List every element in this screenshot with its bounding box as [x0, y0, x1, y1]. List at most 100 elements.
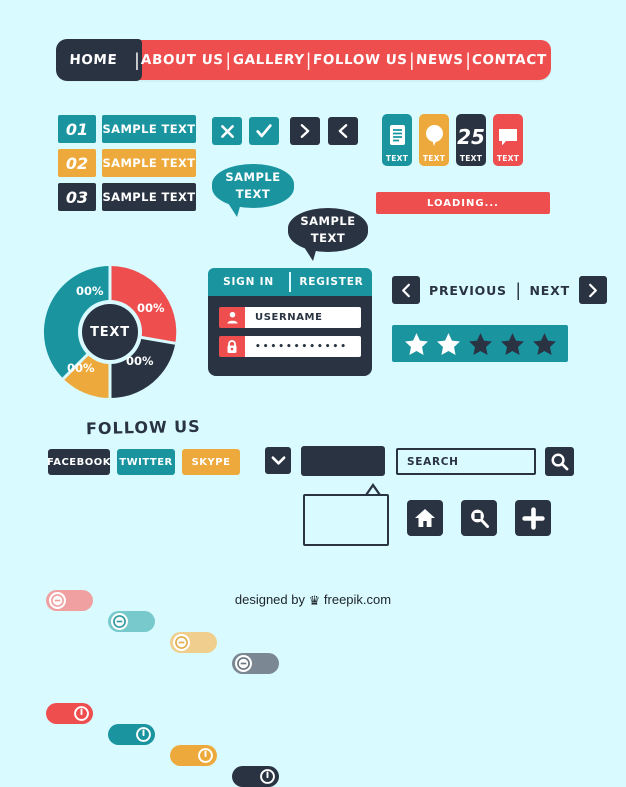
add-button[interactable] [515, 500, 551, 536]
power-icon [74, 706, 89, 721]
pagination-separator: | [515, 279, 521, 300]
search-submit-button[interactable] [545, 447, 574, 476]
speech-bubble-teal[interactable]: SAMPLE TEXT [212, 164, 294, 217]
social-button-skype[interactable]: SKYPE [182, 449, 240, 475]
nav-item-about-us[interactable]: ABOUT US [141, 52, 224, 68]
pagination-next-label[interactable]: NEXT [530, 283, 570, 298]
pagination-prev-button[interactable] [392, 276, 420, 304]
power-icon [260, 769, 275, 784]
nav-separator: | [134, 49, 140, 70]
notification-card-chat[interactable]: TEXT [493, 114, 523, 166]
chevron-right-icon [300, 124, 310, 138]
star-rating [392, 325, 568, 362]
tab-sign-in[interactable]: SIGN IN [208, 268, 289, 296]
confirm-check-button[interactable] [249, 117, 279, 145]
nav-item-contact[interactable]: CONTACT [472, 52, 547, 68]
list-item-label: SAMPLE TEXT [102, 183, 196, 211]
nav-item-news[interactable]: NEWS [416, 52, 464, 68]
ui-kit-canvas: HOME | ABOUT US | GALLERY | FOLLOW US | … [0, 0, 626, 787]
notification-card-document[interactable]: TEXT [382, 114, 412, 166]
nav-item-gallery[interactable]: GALLERY [232, 52, 304, 68]
search-button[interactable] [461, 500, 497, 536]
toggle-switch-off-orange[interactable] [170, 632, 217, 653]
pagination: PREVIOUS | NEXT [392, 276, 607, 304]
next-arrow-button[interactable] [290, 117, 320, 145]
loading-bar: LOADING... [376, 192, 550, 214]
star-icon[interactable] [468, 332, 493, 356]
toggle-knob [173, 634, 190, 651]
footer-credit: designed by ♛ freepik.com [0, 592, 626, 609]
social-button-twitter[interactable]: TWITTER [117, 449, 175, 475]
speech-bubble-line2: TEXT [235, 187, 271, 201]
power-icon [198, 748, 213, 763]
toggle-switch-on-orange[interactable] [170, 745, 217, 766]
notification-card-label: TEXT [496, 154, 520, 163]
speech-balloon-icon [425, 125, 443, 146]
notification-card-balloon[interactable]: TEXT [419, 114, 449, 166]
notification-card-label: TEXT [422, 154, 446, 163]
close-x-icon [220, 124, 234, 138]
footer-prefix: designed by [234, 592, 305, 607]
list-item-number: 03 [58, 183, 96, 211]
user-icon-box [219, 307, 245, 328]
nav-item-home[interactable]: HOME [58, 52, 129, 68]
username-field-group[interactable]: USERNAME [219, 307, 361, 328]
nav-separator: | [225, 49, 231, 70]
star-icon[interactable] [500, 332, 525, 356]
toggle-switch-off-teal[interactable] [108, 611, 155, 632]
social-button-facebook[interactable]: FACEBOOK [47, 449, 110, 475]
notification-card-counter[interactable]: 25 TEXT [456, 114, 486, 166]
star-icon[interactable] [532, 332, 557, 356]
list-item[interactable]: 02 SAMPLE TEXT [58, 149, 196, 177]
check-icon [256, 124, 272, 138]
toggle-switch-off-grey[interactable] [232, 653, 279, 674]
toggle-switch-on-teal[interactable] [108, 724, 155, 745]
toggle-knob [111, 613, 128, 630]
list-item-number: 01 [58, 115, 96, 143]
star-icon[interactable] [404, 332, 429, 356]
pagination-prev-label[interactable]: PREVIOUS [429, 283, 507, 298]
list-item-number: 02 [58, 149, 96, 177]
nav-separator: | [465, 49, 471, 70]
tab-register[interactable]: REGISTER [291, 268, 372, 296]
username-input[interactable]: USERNAME [245, 307, 361, 328]
search-icon [471, 509, 489, 528]
search-input[interactable]: SEARCH [396, 448, 536, 475]
speech-bubble-tail [228, 203, 241, 217]
chevron-down-icon [271, 456, 285, 465]
star-icon[interactable] [436, 332, 461, 356]
speech-bubble-dark[interactable]: SAMPLE TEXT [288, 208, 368, 261]
chat-box-icon [499, 129, 517, 146]
home-icon [415, 509, 435, 527]
notification-card-label: TEXT [459, 154, 483, 163]
toggle-knob [235, 655, 252, 672]
document-lines-icon [389, 125, 405, 145]
toggle-switch-on-red[interactable] [46, 703, 93, 724]
nav-item-follow-us[interactable]: FOLLOW US [312, 52, 407, 68]
nav-separator: | [409, 49, 415, 70]
dropdown-toggle-button[interactable] [265, 447, 291, 474]
password-field-group[interactable]: •••••••••••• [219, 336, 361, 357]
notification-card-label: TEXT [385, 154, 409, 163]
home-button[interactable] [407, 500, 443, 536]
toggle-switch-on-dark[interactable] [232, 766, 279, 787]
speech-bubble-tail [304, 247, 317, 261]
main-navigation-bar: HOME | ABOUT US | GALLERY | FOLLOW US | … [56, 39, 551, 81]
nav-separator: | [306, 49, 311, 70]
pagination-next-button[interactable] [578, 276, 607, 304]
lock-icon-box [219, 336, 245, 357]
prev-arrow-button[interactable] [328, 117, 358, 145]
password-input[interactable]: •••••••••••• [245, 336, 361, 357]
donut-chart: TEXT 00% 00% 00% 00% [40, 262, 180, 402]
loading-label: LOADING... [427, 197, 499, 209]
list-item[interactable]: 01 SAMPLE TEXT [58, 115, 196, 143]
list-item[interactable]: 03 SAMPLE TEXT [58, 183, 196, 211]
follow-us-heading: FOLLOW US [85, 416, 201, 439]
speech-bubble-line1: SAMPLE [225, 170, 281, 185]
login-tabs: SIGN IN REGISTER [208, 268, 372, 296]
plus-icon [521, 506, 545, 530]
dropdown-panel[interactable] [301, 446, 385, 476]
footer-brand[interactable]: freepik.com [324, 592, 391, 607]
close-x-button[interactable] [212, 117, 242, 145]
search-icon [551, 453, 569, 471]
